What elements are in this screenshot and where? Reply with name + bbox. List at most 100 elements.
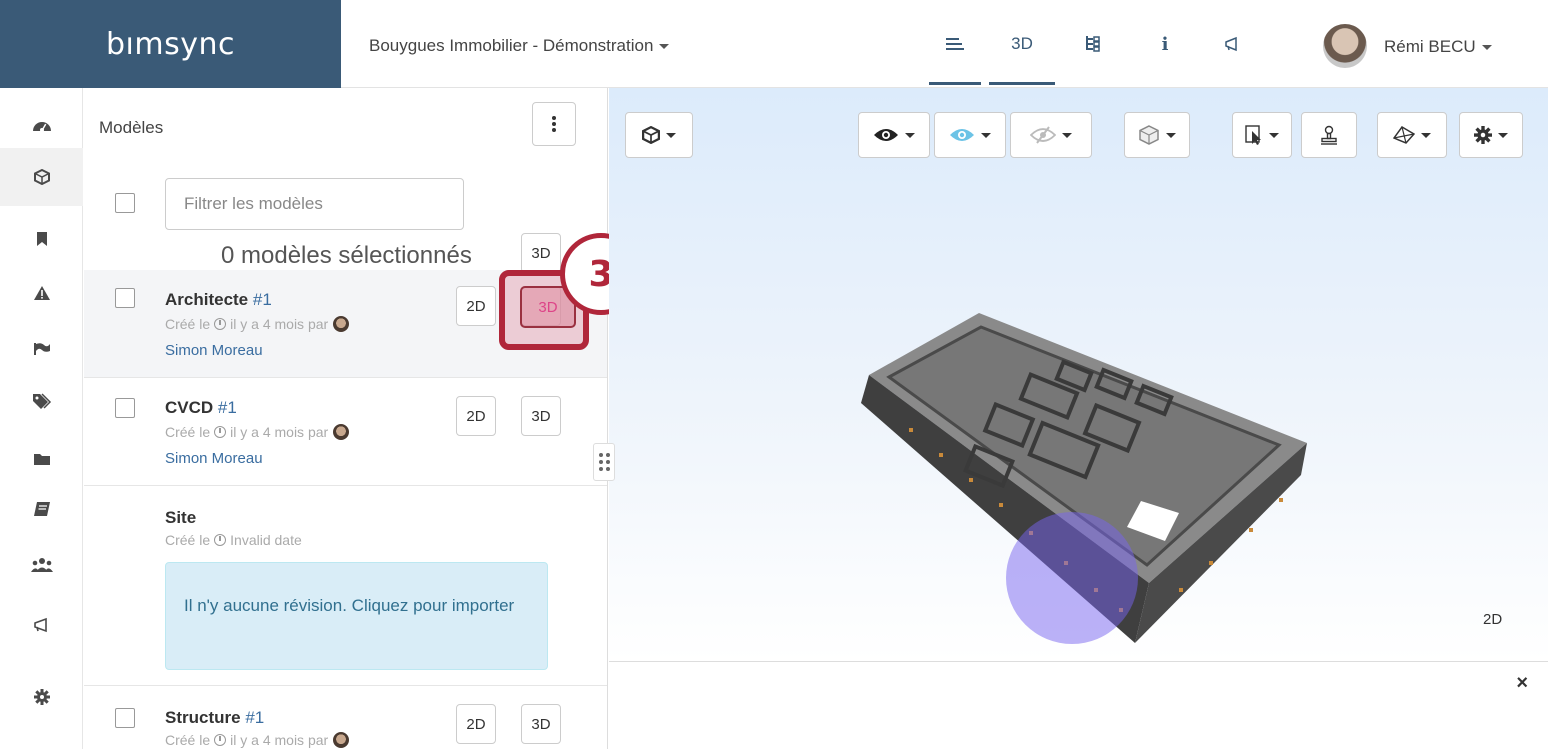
select-all-checkbox[interactable]: [115, 193, 135, 213]
model-row-structure[interactable]: Structure #1 Créé le il y a 4 mois par 2…: [84, 686, 607, 749]
chevron-down-icon: [1421, 132, 1431, 138]
row-checkbox[interactable]: [115, 288, 135, 308]
open-3d-button[interactable]: 3D: [521, 704, 561, 744]
row-checkbox[interactable]: [115, 398, 135, 418]
no-revision-alert[interactable]: Il n'y aucune révision. Cliquez pour imp…: [165, 562, 548, 670]
bottom-pane: ×: [609, 661, 1548, 749]
pointer-icon: [1245, 125, 1261, 145]
stamp-icon: [1321, 125, 1337, 145]
model-meta: Créé le il y a 4 mois par: [165, 316, 350, 332]
model-meta: Créé le il y a 4 mois par: [165, 732, 350, 748]
sidebar-item-flags[interactable]: [0, 320, 83, 378]
tab-info[interactable]: i: [1150, 0, 1180, 88]
sidebar-item-announcements[interactable]: [0, 596, 83, 654]
author-avatar: [333, 424, 350, 440]
avatar[interactable]: [1323, 24, 1367, 68]
clock-icon: [214, 534, 227, 546]
toggle-2d-label[interactable]: 2D: [1483, 611, 1502, 628]
users-icon: [30, 558, 53, 572]
tree-icon: [1086, 36, 1100, 52]
chevron-down-icon: [905, 132, 915, 138]
tags-icon: [32, 393, 51, 409]
panel-resize-handle[interactable]: [593, 443, 615, 481]
cube-icon: [33, 169, 50, 185]
top-bar: bımsync Bouygues Immobilier - Démonstrat…: [0, 0, 1548, 88]
model-name: CVCD #1: [165, 398, 237, 417]
eye-highlight-icon: [950, 129, 974, 141]
info-icon: i: [1161, 33, 1169, 55]
panel-title: Modèles: [99, 118, 164, 137]
open-2d-button[interactable]: 2D: [456, 286, 496, 326]
tab-tree-view[interactable]: [1072, 0, 1112, 88]
chevron-down-icon: [1062, 132, 1072, 138]
model-tree-tool[interactable]: [625, 112, 693, 158]
author-avatar: [333, 732, 350, 748]
clock-icon: [214, 318, 227, 330]
open-2d-button[interactable]: 2D: [456, 704, 496, 744]
bookmark-icon: [36, 232, 47, 246]
sidebar-item-settings[interactable]: [0, 668, 83, 726]
visibility-tool[interactable]: [858, 112, 930, 158]
filter-input[interactable]: [165, 178, 464, 230]
tab-list-view[interactable]: [929, 0, 981, 88]
open-3d-button[interactable]: 3D: [521, 396, 561, 436]
gear-icon: [1474, 126, 1492, 144]
chevron-down-icon: [981, 132, 991, 138]
sidebar-item-issues[interactable]: [0, 264, 83, 322]
megaphone-icon: [1225, 36, 1237, 52]
gear-icon: [33, 689, 50, 705]
chevron-down-icon: [1269, 132, 1279, 138]
folder-icon: [33, 454, 50, 465]
stamp-tool[interactable]: [1301, 112, 1357, 158]
tab-announcements[interactable]: [1213, 0, 1253, 88]
user-name: Rémi BECU: [1384, 37, 1476, 56]
more-options-button[interactable]: [532, 102, 576, 146]
section-icon: [1393, 126, 1415, 144]
sidebar-item-docs[interactable]: [0, 480, 83, 538]
viewer-settings-tool[interactable]: [1459, 112, 1523, 158]
highlight-tool[interactable]: [934, 112, 1006, 158]
user-menu[interactable]: Rémi BECU: [1384, 37, 1492, 57]
model-row-cvcd[interactable]: CVCD #1 Créé le il y a 4 mois par Simon …: [84, 378, 607, 486]
author-link[interactable]: Simon Moreau: [165, 342, 263, 359]
model-name: Structure #1: [165, 708, 265, 727]
icon-sidebar: [0, 88, 83, 749]
chevron-down-icon: [1481, 44, 1492, 50]
model-meta: Créé le Invalid date: [165, 532, 302, 548]
sidebar-item-dashboard[interactable]: [0, 96, 83, 154]
logo[interactable]: bımsync: [0, 0, 341, 88]
tab-3d[interactable]: 3D: [989, 0, 1055, 88]
dashboard-icon: [32, 122, 51, 132]
book-icon: [33, 502, 50, 516]
close-icon[interactable]: ×: [1516, 672, 1528, 695]
model-meta: Créé le il y a 4 mois par: [165, 424, 350, 440]
touch-indicator: [1006, 512, 1138, 644]
select-tool[interactable]: [1232, 112, 1292, 158]
hide-tool[interactable]: [1010, 112, 1092, 158]
sidebar-item-tags[interactable]: [0, 372, 83, 430]
logo-text: bımsync: [106, 26, 235, 62]
chevron-down-icon: [659, 43, 670, 49]
kebab-icon: [552, 114, 556, 134]
row-checkbox[interactable]: [115, 708, 135, 728]
open-2d-button[interactable]: 2D: [456, 396, 496, 436]
megaphone-icon: [33, 617, 47, 633]
chevron-down-icon: [1166, 132, 1176, 138]
project-selector[interactable]: Bouygues Immobilier - Démonstration: [369, 36, 670, 56]
clock-icon: [214, 426, 227, 438]
eye-hidden-icon: [1030, 126, 1056, 144]
flag-icon: [33, 343, 50, 355]
author-link[interactable]: Simon Moreau: [165, 450, 263, 467]
clock-icon: [214, 734, 227, 746]
open-selected-3d-button[interactable]: 3D: [521, 233, 561, 273]
xray-tool[interactable]: [1124, 112, 1190, 158]
sidebar-item-users[interactable]: [0, 536, 83, 594]
sidebar-item-bookmarks[interactable]: [0, 210, 83, 268]
warning-icon: [33, 286, 50, 300]
selected-count: 0 modèles sélectionnés: [221, 242, 472, 269]
section-tool[interactable]: [1377, 112, 1447, 158]
box-icon: [1139, 125, 1159, 145]
sidebar-item-models[interactable]: [0, 148, 83, 206]
tab-3d-label: 3D: [1011, 34, 1033, 53]
list-lines-icon: [946, 38, 964, 50]
